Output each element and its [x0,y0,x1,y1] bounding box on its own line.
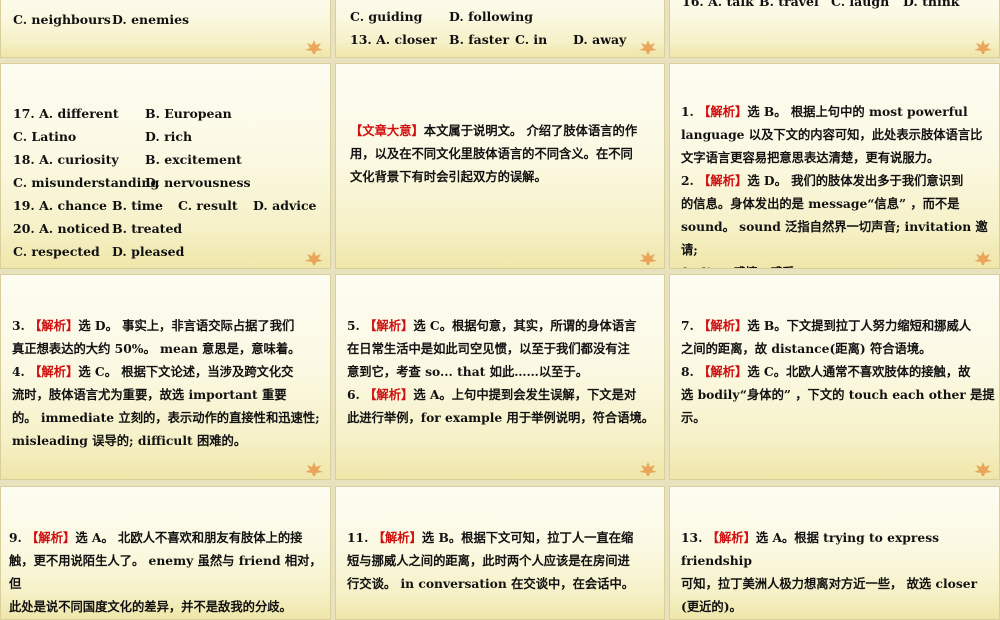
option-text: D. following [449,9,533,24]
panel-6-analysis: 1. 【解析】选 B。 根据上句中的 most powerful languag… [669,63,1000,269]
option-text: 16. A. talk [682,0,754,9]
option-text: B. treated [112,221,183,236]
maple-leaf-icon [974,462,992,476]
option-text: D. pleased [112,244,185,259]
option-text: C. neighbours [13,12,111,27]
panel-4-options: 17. A. different B. European C. Latino D… [0,63,331,269]
option-text: D. advice [253,198,317,213]
option-text: D. enemies [112,12,190,27]
analysis-text: 11. 【解析】选 B。根据下文可知，拉丁人一直在缩 短与挪威人之间的距离，此时… [347,530,635,591]
option-text: B. travel [759,0,819,9]
maple-leaf-icon [639,251,657,265]
summary-text: 【文章大意】本文属于说明文。 介绍了肢体语言的作 用，以及在不同文化里肢体语言的… [350,123,638,184]
option-text: 17. A. different [13,106,119,121]
option-text: C. respected [13,244,100,259]
panel-3: 16. A. talk B. travel C. laugh D. think [669,0,1000,58]
maple-leaf-icon [974,40,992,54]
panel-1: C. neighbours D. enemies [0,0,331,58]
panel-8-analysis: 5. 【解析】选 C。根据句意，其实，所谓的身体语言 在日常生活中是如此司空见惯… [335,274,665,480]
analysis-text: 9. 【解析】选 A。 北欧人不喜欢和朋友有肢体上的接 触，更不用说陌生人了。 … [9,530,322,614]
option-text: B. faster [449,32,510,47]
analysis-text: 7. 【解析】选 B。下文提到拉丁人努力缩短和挪威人 之间的距离，故 dista… [681,318,995,425]
panel-5-summary: 【文章大意】本文属于说明文。 介绍了肢体语言的作 用，以及在不同文化里肢体语言的… [335,63,665,269]
option-text: C. in [515,32,548,47]
panel-7-analysis: 3. 【解析】选 D。 事实上，非言语交际占据了我们 真正想表达的大约 50%。… [0,274,331,480]
analysis-text: 5. 【解析】选 C。根据句意，其实，所谓的身体语言 在日常生活中是如此司空见惯… [347,318,655,425]
option-text: D. nervousness [145,175,251,190]
option-text: C. Latino [13,129,77,144]
summary-tag: 【文章大意】 [350,123,424,138]
option-text: C. laugh [831,0,890,9]
option-text: D. away [573,32,627,47]
option-text: 13. A. closer [350,32,437,47]
option-text: D. rich [145,129,193,144]
panel-2: C. guiding D. following 13. A. closer B.… [335,0,665,58]
option-text: D. think [903,0,960,9]
maple-leaf-icon [305,251,323,265]
maple-leaf-icon [974,251,992,265]
option-text: 20. A. noticed [13,221,110,236]
analysis-text: 3. 【解析】选 D。 事实上，非言语交际占据了我们 真正想表达的大约 50%。… [12,318,320,448]
option-text: C. result [178,198,238,213]
maple-leaf-icon [305,462,323,476]
maple-leaf-icon [639,40,657,54]
panel-9-analysis: 7. 【解析】选 B。下文提到拉丁人努力缩短和挪威人 之间的距离，故 dista… [669,274,1000,480]
option-text: 19. A. chance [13,198,107,213]
analysis-text: 13. 【解析】选 A。根据 trying to express friends… [681,530,978,614]
option-text: 18. A. curiosity [13,152,119,167]
option-text: B. European [145,106,232,121]
maple-leaf-icon [305,40,323,54]
analysis-text: 1. 【解析】选 B。 根据上句中的 most powerful languag… [681,104,988,268]
option-text: B. time [112,198,163,213]
option-text: C. misunderstanding [13,175,160,190]
option-text: C. guiding [350,9,423,24]
maple-leaf-icon [639,462,657,476]
option-text: B. excitement [145,152,242,167]
